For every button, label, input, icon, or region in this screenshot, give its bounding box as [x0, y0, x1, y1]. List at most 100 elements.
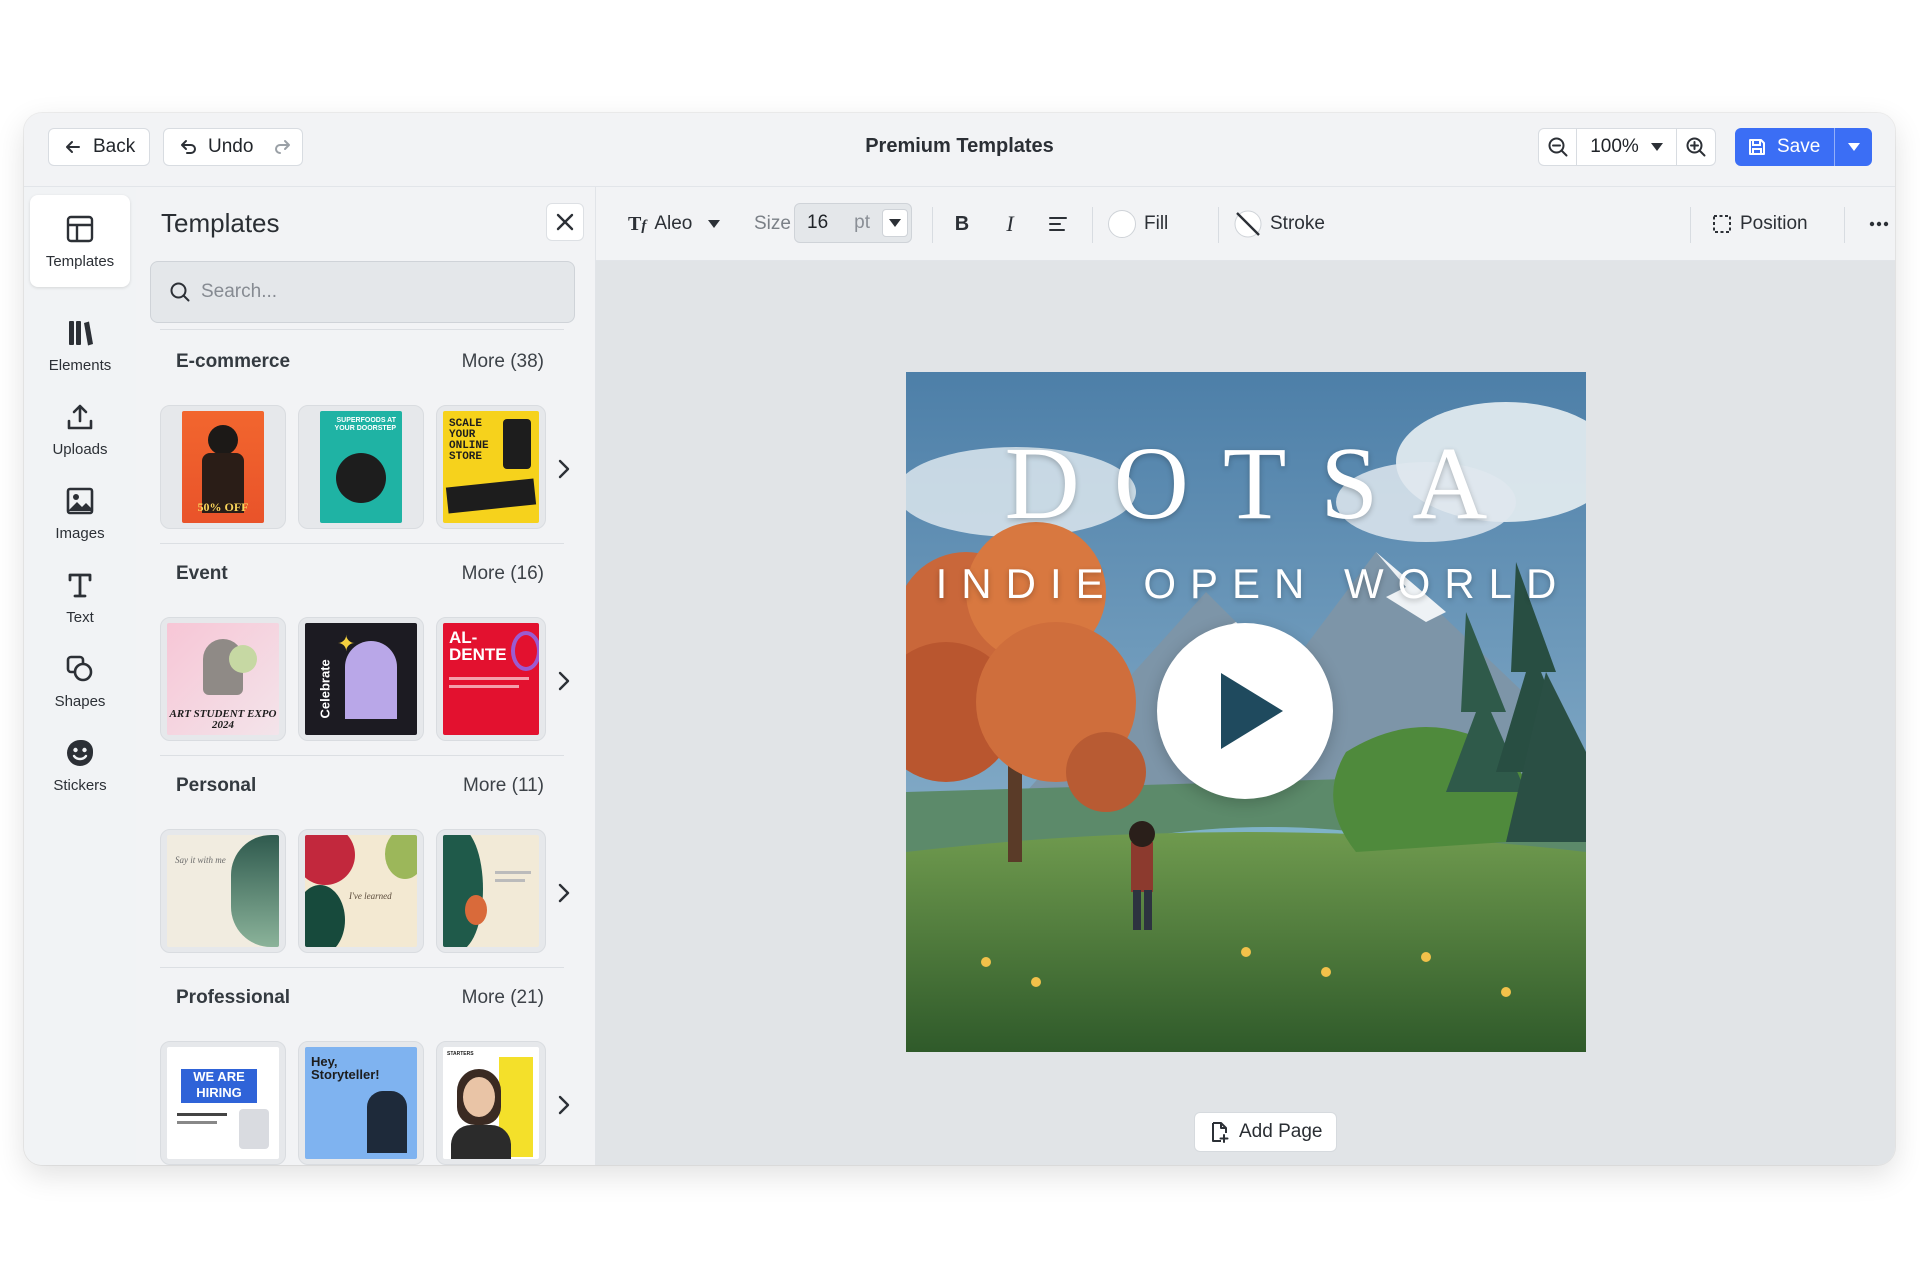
panel-title: Templates [161, 208, 280, 238]
rail-item-text[interactable]: Text [30, 551, 130, 643]
divider [160, 329, 564, 330]
rail-item-templates[interactable]: Templates [30, 195, 130, 287]
more-options-button[interactable] [1862, 205, 1895, 243]
template-thumb[interactable]: I've learned [298, 829, 424, 953]
row-next-button[interactable] [552, 877, 576, 909]
save-options-button[interactable] [1834, 128, 1872, 166]
chevron-right-icon [558, 671, 570, 691]
template-thumb[interactable]: 50% OFF [160, 405, 286, 529]
thumb-text: I've learned [349, 891, 392, 901]
canvas-headline[interactable]: DOTSA [906, 424, 1586, 543]
stroke-button[interactable]: Stroke [1234, 205, 1325, 243]
rail-item-shapes[interactable]: Shapes [30, 635, 130, 727]
rail-item-uploads[interactable]: Uploads [30, 383, 130, 475]
templates-panel: Templates E-commerce More (38) 50% OFF [136, 187, 596, 1165]
divider [160, 543, 564, 544]
stroke-none-icon [1234, 210, 1262, 238]
more-link[interactable]: More (16) [462, 563, 544, 585]
font-name: Aleo [654, 213, 693, 234]
thumb-text: STARTERS [447, 1051, 474, 1057]
more-horizontal-icon [1869, 221, 1889, 227]
template-thumb[interactable]: STARTERS [436, 1041, 546, 1165]
template-preview: Hey, Storyteller! [305, 1047, 417, 1159]
template-thumb[interactable]: Celebrate ✦ [298, 617, 424, 741]
save-button[interactable]: Save [1735, 128, 1834, 166]
caret-down-icon [708, 220, 721, 228]
side-rail: Templates Elements Uploads Images Text S… [24, 187, 136, 1165]
size-unit: pt [854, 212, 870, 233]
zoom-out-icon [1548, 137, 1567, 157]
rail-item-images[interactable]: Images [30, 467, 130, 559]
zoom-select[interactable]: 100% [1577, 129, 1677, 165]
template-thumb[interactable]: SUPERFOODS AT YOUR DOORSTEP [298, 405, 424, 529]
elements-icon [69, 320, 93, 345]
category-header: Event More (16) [160, 557, 558, 591]
rail-label: Text [66, 608, 94, 626]
add-page-button[interactable]: Add Page [1194, 1112, 1338, 1152]
image-icon [66, 487, 94, 514]
template-preview: AL-DENTE [443, 623, 539, 735]
category-header: Personal More (11) [160, 769, 558, 803]
template-thumb[interactable]: WE ARE HIRING [160, 1041, 286, 1165]
template-preview: Say it with me [167, 835, 279, 947]
thumb-text: 50% OFF [197, 500, 249, 514]
text-icon [68, 573, 92, 597]
canvas-subline[interactable]: INDIE OPEN WORLD [906, 560, 1586, 608]
category-header: Professional More (21) [160, 981, 558, 1015]
template-preview: SCALE YOUR ONLINE STORE [443, 411, 539, 523]
fill-button[interactable]: Fill [1108, 205, 1168, 243]
rail-item-stickers[interactable]: Stickers [30, 719, 130, 811]
divider [160, 967, 564, 968]
template-preview: I've learned [305, 835, 417, 947]
zoom-control: 100% [1538, 128, 1716, 166]
add-page-label: Add Page [1239, 1121, 1323, 1142]
template-preview: Celebrate ✦ [305, 623, 417, 735]
template-preview: WE ARE HIRING [167, 1047, 279, 1159]
size-stepper[interactable]: 16 pt [794, 203, 912, 243]
thumb-text: AL-DENTE [449, 628, 507, 664]
position-icon [1713, 215, 1731, 233]
zoom-in-button[interactable] [1677, 129, 1715, 165]
thumb-text: SUPERFOODS AT YOUR DOORSTEP [334, 417, 396, 432]
template-thumb[interactable]: Hey, Storyteller! [298, 1041, 424, 1165]
row-next-button[interactable] [552, 453, 576, 485]
zoom-out-button[interactable] [1539, 129, 1577, 165]
template-thumb[interactable]: ART STUDENT EXPO 2024 [160, 617, 286, 741]
position-button[interactable]: Position [1712, 205, 1808, 243]
align-button[interactable] [1042, 205, 1074, 243]
template-thumb[interactable]: AL-DENTE [436, 617, 546, 741]
template-thumb[interactable]: Say it with me [160, 829, 286, 953]
category-title: E-commerce [176, 351, 291, 372]
chevron-right-icon [558, 883, 570, 903]
search-box[interactable] [150, 261, 575, 323]
search-input[interactable] [201, 281, 541, 303]
caret-down-icon [1847, 143, 1860, 151]
template-preview: STARTERS [443, 1047, 539, 1159]
rail-label: Shapes [54, 692, 106, 710]
template-row: 50% OFF SUPERFOODS AT YOUR DOORSTEP SCAL… [160, 405, 570, 535]
template-thumb[interactable]: SCALE YOUR ONLINE STORE [436, 405, 546, 529]
template-row: Say it with me I've learned [160, 829, 570, 959]
format-toolbar: Tf Aleo Size 16 pt B I Fill Stroke Posit… [596, 187, 1895, 261]
more-link[interactable]: More (11) [463, 775, 544, 797]
rail-label: Stickers [53, 776, 107, 794]
more-link[interactable]: More (21) [462, 987, 544, 1009]
separator [1844, 207, 1845, 243]
play-button[interactable] [1157, 623, 1333, 799]
italic-button[interactable]: I [994, 205, 1026, 243]
size-dropdown-button[interactable] [882, 209, 908, 237]
font-select[interactable]: Tf Aleo [628, 205, 721, 243]
more-link[interactable]: More (38) [462, 351, 544, 373]
rail-item-elements[interactable]: Elements [30, 299, 130, 391]
fill-swatch-icon [1108, 210, 1136, 238]
layout-icon [66, 215, 94, 242]
category-header: E-commerce More (38) [160, 345, 558, 379]
row-next-button[interactable] [552, 665, 576, 697]
bold-button[interactable]: B [946, 205, 978, 243]
template-thumb[interactable] [436, 829, 546, 953]
row-next-button[interactable] [552, 1089, 576, 1121]
separator [1092, 207, 1093, 243]
close-panel-button[interactable] [546, 203, 584, 241]
upload-icon [67, 404, 93, 429]
design-canvas[interactable]: DOTSA INDIE OPEN WORLD [906, 372, 1586, 1052]
